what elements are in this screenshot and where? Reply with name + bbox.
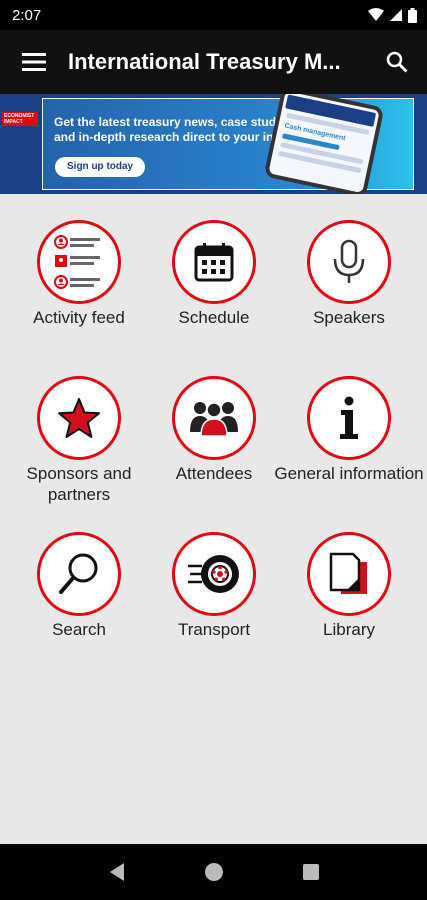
tile-icon-circle: [307, 220, 391, 304]
tile-icon-circle: [37, 220, 121, 304]
banner-phone-image: Cash management: [263, 94, 385, 194]
search-icon: [386, 51, 408, 73]
tile-general-information[interactable]: General information: [274, 376, 424, 532]
tile-label: Transport: [177, 620, 251, 639]
home-icon: [204, 863, 223, 881]
tile-icon-circle: [307, 376, 391, 460]
people-icon: [190, 402, 238, 437]
tile-icon-circle: [172, 220, 256, 304]
app-bar: International Treasury M...: [0, 30, 427, 94]
recents-icon: [302, 864, 319, 880]
tile-speakers[interactable]: Speakers: [274, 220, 424, 376]
calendar-icon: [194, 243, 234, 282]
banner-headline: Get the latest treasury news, case studi…: [54, 115, 295, 144]
tile-icon-circle: [37, 532, 121, 616]
signal-icon: [390, 9, 402, 21]
tile-label: Sponsors and partners: [26, 464, 132, 504]
tile-label: Schedule: [178, 308, 250, 327]
tile-label: Library: [323, 620, 375, 639]
status-time: 2:07: [12, 6, 42, 24]
battery-icon: [408, 7, 417, 23]
magnifier-icon: [59, 553, 98, 594]
tile-label: Activity feed: [33, 308, 125, 327]
tile-label: Attendees: [175, 464, 253, 483]
back-button[interactable]: [97, 852, 137, 892]
promo-banner[interactable]: ECONOMIST IMPACT Get the latest treasury…: [0, 94, 427, 194]
sign-up-button[interactable]: Sign up today: [55, 157, 146, 177]
tile-attendees[interactable]: Attendees: [154, 376, 274, 532]
tile-icon-circle: [37, 376, 121, 460]
hamburger-menu-icon: [22, 53, 46, 71]
document-icon: [329, 552, 367, 594]
tile-schedule[interactable]: Schedule: [154, 220, 274, 376]
info-icon: [340, 396, 358, 439]
tile-icon-circle: [172, 532, 256, 616]
status-icons: [368, 7, 417, 23]
star-icon: [58, 398, 100, 438]
banner-brand-tag: ECONOMIST IMPACT: [2, 112, 38, 126]
feature-grid: Activity feed Schedule Speakers Sponsors…: [0, 220, 427, 688]
tile-icon-circle: [172, 376, 256, 460]
wifi-icon: [368, 8, 384, 21]
tile-library[interactable]: Library: [274, 532, 424, 688]
menu-button[interactable]: [0, 30, 68, 94]
tile-activity-feed[interactable]: Activity feed: [4, 220, 154, 376]
back-icon: [109, 863, 124, 881]
tile-icon-circle: [307, 532, 391, 616]
wheel-icon: [188, 555, 239, 593]
tile-label: Speakers: [313, 308, 385, 327]
status-bar: 2:07: [0, 0, 427, 30]
home-button[interactable]: [194, 852, 234, 892]
tile-transport[interactable]: Transport: [154, 532, 274, 688]
banner-brand-area: ECONOMIST IMPACT: [0, 98, 40, 190]
activity-feed-icon: [54, 235, 100, 289]
search-button[interactable]: [367, 30, 427, 94]
app-title: International Treasury M...: [68, 49, 341, 74]
recents-button[interactable]: [291, 852, 331, 892]
tile-label: General information: [274, 464, 424, 483]
tile-label: Search: [52, 620, 106, 639]
microphone-icon: [333, 239, 365, 283]
tile-search[interactable]: Search: [4, 532, 154, 688]
system-nav-bar: [0, 844, 427, 900]
tile-sponsors-and-partners[interactable]: Sponsors and partners: [4, 376, 154, 532]
